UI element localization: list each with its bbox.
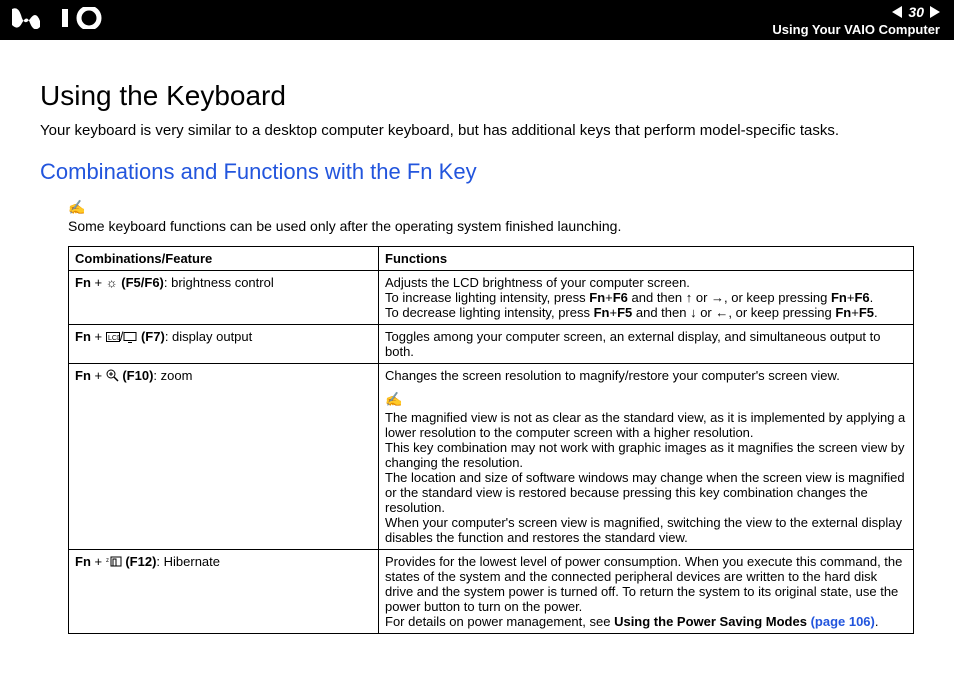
header-bar: 30 Using Your VAIO Computer (0, 0, 954, 40)
table-row: Fn + (F10): zoom Changes the screen reso… (69, 364, 914, 550)
intro-text: Your keyboard is very similar to a deskt… (40, 122, 914, 139)
page-link[interactable]: (page 106) (811, 614, 875, 629)
combo-brightness: Fn + ☼ (F5/F6): brightness control (69, 271, 379, 325)
left-arrow-icon: ← (715, 305, 728, 320)
func-brightness: Adjusts the LCD brightness of your compu… (379, 271, 914, 325)
table-row: Fn + LCD/ (F7): display output Toggles a… (69, 325, 914, 364)
top-note-text: Some keyboard functions can be used only… (68, 218, 621, 234)
section-label: Using Your VAIO Computer (772, 22, 940, 37)
pencil-icon: ✍ (385, 391, 402, 408)
monitor-icon (123, 332, 137, 343)
col2-header: Functions (379, 247, 914, 271)
magnifier-icon (106, 369, 119, 382)
func-hibernate: Provides for the lowest level of power c… (379, 550, 914, 634)
svg-text:LCD: LCD (108, 335, 120, 342)
header-right: 30 Using Your VAIO Computer (772, 4, 940, 37)
combo-zoom: Fn + (F10): zoom (69, 364, 379, 550)
table-header-row: Combinations/Feature Functions (69, 247, 914, 271)
right-arrow-icon: → (711, 290, 724, 305)
fn-table: Combinations/Feature Functions Fn + ☼ (F… (68, 246, 914, 634)
page-title: Using the Keyboard (40, 80, 914, 112)
subheading: Combinations and Functions with the Fn K… (40, 159, 914, 185)
func-zoom: Changes the screen resolution to magnify… (379, 364, 914, 550)
page-content: Using the Keyboard Your keyboard is very… (0, 40, 954, 654)
next-page-icon[interactable] (930, 6, 940, 18)
table-row: Fn + ☼ (F5/F6): brightness control Adjus… (69, 271, 914, 325)
page-nav: 30 (772, 4, 940, 20)
vaio-logo (12, 5, 106, 36)
pencil-icon: ✍ (68, 199, 85, 216)
combo-hibernate: Fn + z (F12): Hibernate (69, 550, 379, 634)
page-number: 30 (908, 4, 924, 20)
top-note: ✍ Some keyboard functions can be used on… (40, 199, 914, 234)
col1-header: Combinations/Feature (69, 247, 379, 271)
table-row: Fn + z (F12): Hibernate Provides for the… (69, 550, 914, 634)
hibernate-icon: z (106, 556, 122, 568)
lcd-icon: LCD (106, 332, 120, 343)
brightness-icon: ☼ (106, 275, 118, 290)
func-display: Toggles among your computer screen, an e… (379, 325, 914, 364)
prev-page-icon[interactable] (892, 6, 902, 18)
combo-display: Fn + LCD/ (F7): display output (69, 325, 379, 364)
svg-text:z: z (106, 558, 109, 564)
